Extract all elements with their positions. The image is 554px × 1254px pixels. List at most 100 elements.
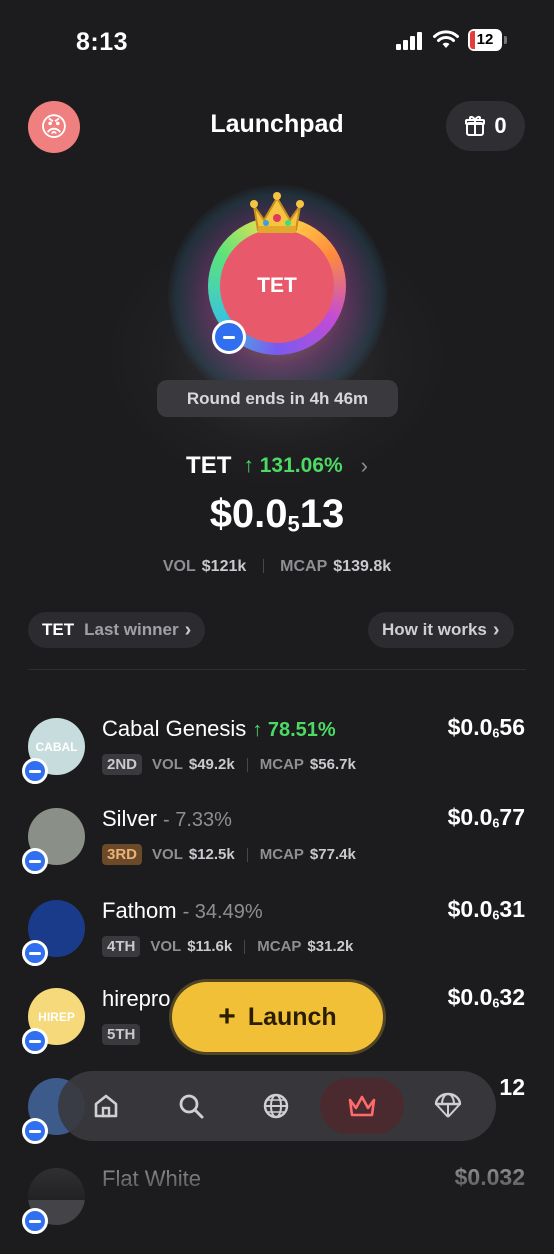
rank-badge: 2ND <box>102 754 143 775</box>
token-price-main: $0.0 <box>447 896 493 922</box>
how-it-works-button[interactable]: How it works › <box>368 612 514 648</box>
chain-badge-icon <box>22 1208 48 1234</box>
gift-count: 0 <box>494 113 507 138</box>
token-price-tail: 31 <box>499 896 525 922</box>
hero-stats: VOL $121k MCAP $139.8k <box>0 558 554 576</box>
mcap-label: MCAP <box>259 846 304 863</box>
chain-badge-icon <box>22 1118 48 1144</box>
token-vol: $49.2k <box>188 756 235 773</box>
hero-symbol: TET <box>186 452 232 479</box>
token-change: ↑ 78.51% <box>252 719 336 741</box>
token-vol: $11.6k <box>187 938 233 955</box>
token-vol: $12.5k <box>188 846 235 863</box>
token-avatar-text: HIREP <box>38 1009 75 1024</box>
stat-divider <box>244 939 246 954</box>
token-name: Cabal Genesis <box>102 716 247 741</box>
token-price-tail: 56 <box>499 714 525 740</box>
token-price: $0.0631 <box>448 896 525 923</box>
token-name-line: Silver - 7.33% <box>102 806 232 832</box>
mcap-label: MCAP <box>257 938 302 955</box>
rewards-button[interactable]: 0 <box>446 101 525 151</box>
globe-icon <box>263 1093 289 1119</box>
token-stats: 5TH <box>102 1024 150 1045</box>
mcap-label: MCAP <box>259 756 304 773</box>
round-timer: Round ends in 4h 46m <box>157 380 398 417</box>
token-stats: 2ND VOL $49.2k MCAP $56.7k <box>102 754 356 775</box>
token-price-main: $0.0 <box>447 714 493 740</box>
search-icon <box>179 1094 204 1119</box>
rank-badge: 5TH <box>102 1024 141 1045</box>
token-price-main: $0.0 <box>447 984 493 1010</box>
how-it-works-label: How it works <box>382 620 487 639</box>
token-price: 12 <box>499 1074 525 1101</box>
nav-airdrop[interactable] <box>406 1078 490 1134</box>
status-time: 8:13 <box>76 28 129 56</box>
token-price: $0.0656 <box>448 714 525 741</box>
chevron-right-icon: › <box>360 453 368 478</box>
token-row[interactable]: Fathom - 34.49% 4TH VOL $11.6k MCAP $31.2k $0.0… <box>0 894 554 986</box>
wifi-icon <box>433 30 459 48</box>
chain-badge-icon <box>22 1028 48 1054</box>
nav-launchpad[interactable] <box>320 1078 404 1134</box>
hero-price: $0.0513 <box>0 492 554 537</box>
mcap-label: MCAP <box>280 558 328 575</box>
crown-icon <box>348 1095 376 1117</box>
chevron-right-icon: › <box>492 618 500 641</box>
token-price-tail: 32 <box>499 984 525 1010</box>
hero-vol: $121k <box>201 558 247 575</box>
nav-globe[interactable] <box>234 1078 318 1134</box>
token-avatar-text: CABAL <box>35 739 78 754</box>
bottom-nav <box>58 1071 496 1141</box>
hero-price-subscript: 5 <box>287 511 300 537</box>
battery-level: 12 <box>476 31 494 48</box>
last-winner-symbol: TET <box>42 620 75 639</box>
token-name: hirepro <box>102 986 171 1011</box>
chain-badge-icon <box>22 758 48 784</box>
signal-icon <box>396 32 424 50</box>
token-price: $0.0677 <box>448 804 525 831</box>
divider <box>28 669 526 670</box>
token-change: - 34.49% <box>182 901 263 923</box>
token-mcap: $31.2k <box>307 938 354 955</box>
token-price-main: $0.0 <box>447 804 493 830</box>
token-stats: 4TH VOL $11.6k MCAP $31.2k <box>102 936 353 957</box>
token-name-line: Cabal Genesis ↑ 78.51% <box>102 716 336 742</box>
launch-button[interactable]: + Launch <box>172 982 383 1052</box>
stat-divider <box>246 847 248 862</box>
bottom-fade <box>0 1150 554 1200</box>
vol-label: VOL <box>162 558 196 575</box>
token-row[interactable]: CABAL Cabal Genesis ↑ 78.51% 2ND VOL $49.2k MC… <box>0 712 554 804</box>
token-name-line: hirepro <box>102 986 176 1012</box>
last-winner-label: Last winner <box>84 620 179 639</box>
token-name: Fathom <box>102 898 177 923</box>
vol-label: VOL <box>152 846 183 863</box>
hero-change: ↑ 131.06% <box>243 454 343 477</box>
plus-icon: + <box>218 1000 236 1033</box>
hero-price-tail: 13 <box>299 492 345 536</box>
gift-icon <box>465 116 486 136</box>
chain-badge-icon <box>22 848 48 874</box>
vol-label: VOL <box>150 938 182 955</box>
token-name: Silver <box>102 806 158 831</box>
chain-badge-icon <box>22 940 48 966</box>
rank-badge: 4TH <box>102 936 141 957</box>
last-winner-button[interactable]: TET Last winner › <box>28 612 206 648</box>
rank-badge: 3RD <box>102 844 143 865</box>
hero-price-main: $0.0 <box>209 492 288 536</box>
nav-home[interactable] <box>64 1078 148 1134</box>
token-mcap: $56.7k <box>309 756 356 773</box>
token-price-tail: 77 <box>499 804 525 830</box>
battery-icon: 12 <box>468 29 502 51</box>
token-row[interactable]: Silver - 7.33% 3RD VOL $12.5k MCAP $77.4k $0.06… <box>0 802 554 894</box>
parachute-icon <box>434 1092 462 1118</box>
chevron-right-icon: › <box>184 618 192 641</box>
hero-mcap: $139.8k <box>333 558 392 575</box>
token-price-tail: 12 <box>499 1074 525 1100</box>
hero-token-row[interactable]: TET ↑ 131.06% › <box>0 452 554 480</box>
nav-search[interactable] <box>149 1078 233 1134</box>
token-stats: 3RD VOL $12.5k MCAP $77.4k <box>102 844 356 865</box>
vol-label: VOL <box>152 756 183 773</box>
token-mcap: $77.4k <box>309 846 356 863</box>
token-change: - 7.33% <box>163 809 232 831</box>
chain-badge-icon <box>212 320 246 354</box>
